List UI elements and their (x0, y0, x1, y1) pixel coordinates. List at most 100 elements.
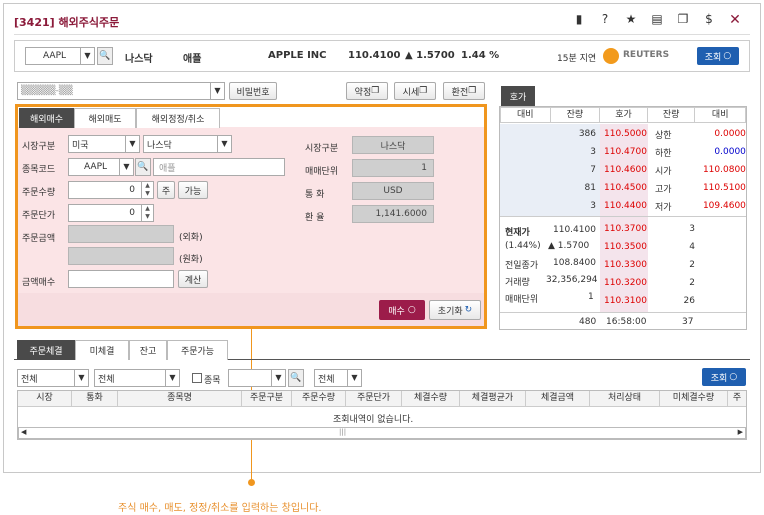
chat-icon[interactable]: ▮ (572, 12, 586, 28)
symbol-code-select[interactable]: AAPL ▼ (25, 47, 95, 65)
col-header: 호가 (600, 108, 648, 122)
stat-value: 110.0800 (702, 165, 746, 175)
qty-input[interactable]: 0 ▲ ▼ (68, 181, 154, 199)
quote-label: 시세 (402, 87, 420, 98)
bid-row[interactable]: 110.3700 3 (600, 220, 699, 238)
exchange-button[interactable]: 환전 ❐ (443, 82, 485, 100)
unit-value: 1 (421, 163, 427, 173)
query-button[interactable]: 조회 ○ (697, 47, 739, 65)
stock-code-select[interactable]: ▼ (228, 369, 286, 387)
tab-overseas-sell[interactable]: 해외매도 (74, 108, 136, 128)
quote-button[interactable]: 시세 ❐ (394, 82, 436, 100)
exchange-select[interactable]: 나스닥 ▼ (143, 135, 232, 153)
stat-value: 110.5100 (702, 183, 746, 193)
title-divider (14, 34, 750, 35)
scroll-thumb-grip-icon[interactable]: ||| (339, 428, 346, 436)
stat-label: 저가 (654, 202, 672, 213)
close-icon[interactable]: ✕ (728, 12, 742, 28)
ask-row[interactable]: 386 110.5000 상한 0.0000 (500, 125, 750, 143)
print-icon[interactable]: ▤ (650, 12, 664, 28)
foreign-currency-label: (외화) (179, 233, 203, 243)
code-name: 애플 (159, 163, 176, 174)
ask-row[interactable]: 3 110.4700 하한 0.0000 (500, 143, 750, 161)
scroll-right-icon[interactable]: ▶ (738, 428, 743, 436)
filter-select-1[interactable]: 전체 ▼ (17, 369, 89, 387)
quote-time: 16:58:00 (606, 317, 647, 327)
qty-stepper[interactable]: ▲ ▼ (141, 182, 153, 198)
tab-overseas-modify[interactable]: 해외정정/취소 (136, 108, 220, 128)
tab-label: 잔고 (139, 347, 157, 357)
copy-icon[interactable]: ❐ (676, 12, 690, 28)
won-currency-label: (원화) (179, 255, 203, 265)
calc-button[interactable]: 계산 (178, 270, 208, 288)
price-change-pct: 1.44 % (461, 50, 500, 61)
code-label: 종목코드 (22, 165, 56, 175)
account-select[interactable]: ▒▒▒▒▒-▒▒ ▼ (17, 82, 225, 100)
tab-balance[interactable]: 잔고 (129, 340, 167, 360)
search-icon[interactable]: 🔍 (97, 47, 113, 65)
shares-button[interactable]: 주 (157, 181, 175, 199)
amount-foreign-field (68, 225, 174, 243)
col-header: 시장 (18, 391, 72, 406)
filter-select-2[interactable]: 전체 ▼ (94, 369, 180, 387)
ask-qty: 3 (590, 147, 596, 157)
price-stepper[interactable]: ▲ ▼ (141, 205, 153, 221)
country-select[interactable]: 미국 ▼ (68, 135, 140, 153)
prev-close-value: 108.8400 (553, 258, 596, 268)
search-icon[interactable]: 🔍 (135, 158, 151, 176)
col-header: 체결금액 (526, 391, 590, 406)
terms-label: 약정 (354, 87, 372, 98)
bid-row[interactable]: 110.3500 4 (600, 238, 699, 256)
ask-qty: 386 (578, 129, 596, 139)
orderbook-header: 대비 잔량 호가 잔량 대비 (500, 107, 746, 123)
bid-qty: 4 (689, 242, 695, 252)
search-icon[interactable]: 🔍 (288, 369, 304, 387)
buy-amount-input[interactable] (68, 270, 174, 288)
currency-field: USD (352, 182, 434, 200)
symbol-bar: AAPL ▼ 🔍 나스닥 애플 APPLE INC 110.4100 ▲ 1.5… (14, 40, 750, 72)
bid-price: 110.3500 (604, 242, 647, 252)
grid-header: 시장 통화 종목명 주문구분 주문수량 주문단가 체결수량 체결평균가 체결금액… (18, 391, 746, 407)
stat-label: 고가 (654, 184, 672, 195)
refresh-icon: ○ (729, 372, 738, 382)
filter-select-3[interactable]: 전체 ▼ (314, 369, 362, 387)
volume-label: 거래량 (505, 278, 530, 288)
code-select[interactable]: AAPL ▼ (68, 158, 134, 176)
grid-query-button[interactable]: 조회 ○ (702, 368, 746, 386)
bid-row[interactable]: 110.3300 2 (600, 256, 699, 274)
cur-pct: (1.44%) (505, 241, 541, 251)
buy-button[interactable]: 매수 ○ (379, 300, 425, 320)
possible-qty-button[interactable]: 가능 (178, 181, 208, 199)
cur-change: ▲ 1.5700 (548, 241, 590, 251)
bid-row[interactable]: 110.3200 2 (600, 274, 699, 292)
tab-executions[interactable]: 주문체결 (17, 340, 75, 360)
price-input[interactable]: 0 ▲ ▼ (68, 204, 154, 222)
rate-label: 환 율 (305, 213, 325, 223)
ask-row[interactable]: 7 110.4600 시가 110.0800 (500, 161, 750, 179)
password-field[interactable]: 비밀번호 (229, 82, 277, 100)
dollar-icon[interactable]: $ (702, 12, 716, 28)
terms-button[interactable]: 약정 ❐ (346, 82, 388, 100)
ask-row[interactable]: 81 110.4500 고가 110.5100 (500, 179, 750, 197)
tab-overseas-buy[interactable]: 해외매수 (19, 108, 74, 128)
tab-orderbook[interactable]: 호가 (501, 86, 535, 106)
bid-row[interactable]: 110.3100 26 (600, 292, 699, 310)
stat-label: 상한 (654, 130, 672, 141)
horizontal-scrollbar[interactable]: ◀ ||| ▶ (18, 427, 746, 439)
tab-orderable[interactable]: 주문가능 (167, 340, 228, 360)
password-label: 비밀번호 (236, 87, 270, 98)
spread-divider (500, 216, 746, 217)
account-number: ▒▒▒▒▒-▒▒ (21, 86, 73, 96)
query-label: 조회 (710, 373, 728, 384)
provider-name: REUTERS (623, 50, 670, 60)
amount-won-field (68, 247, 174, 265)
ask-rows: 386 110.5000 상한 0.0000 3 110.4700 하한 0.0000 71… (500, 125, 750, 215)
ask-row[interactable]: 3 110.4400 저가 109.4600 (500, 197, 750, 215)
star-icon[interactable]: ★ (624, 12, 638, 28)
stock-checkbox[interactable] (192, 373, 202, 383)
tab-unfilled[interactable]: 미체결 (75, 340, 129, 360)
scroll-left-icon[interactable]: ◀ (21, 428, 26, 436)
buy-label: 매수 (388, 306, 405, 317)
help-icon[interactable]: ? (598, 12, 612, 28)
reset-button[interactable]: 초기화 ↻ (429, 300, 481, 320)
